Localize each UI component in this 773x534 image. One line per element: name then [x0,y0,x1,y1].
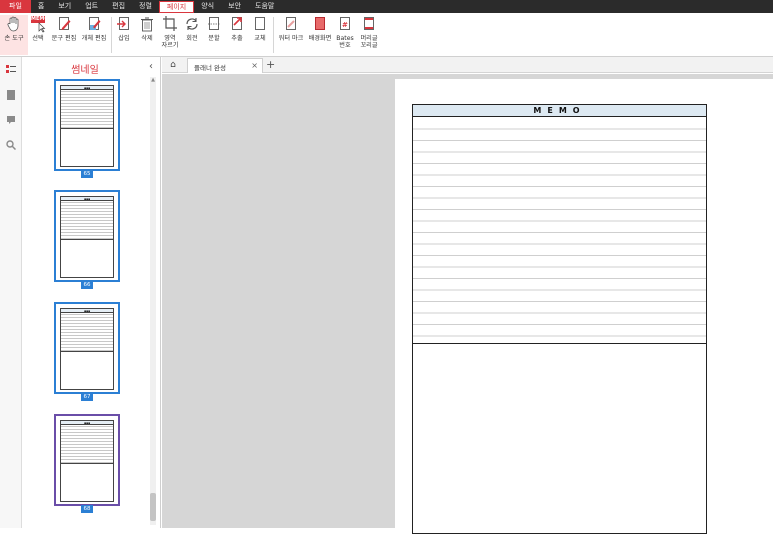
watermark-icon [283,15,299,33]
menu-bar: 파일 홈 보기 업트 편집 정렬 페이지 양식 보안 도움말 [0,0,773,13]
page-thumbnail[interactable]: ▪▪▪ 68 [54,414,120,513]
bates-number-button[interactable]: # Bates 번호 [336,15,354,55]
watermark-button[interactable]: 워터 마크 [277,15,305,55]
replace-button[interactable]: 교체 [251,15,269,55]
text-edit-icon [56,15,72,33]
menu-page[interactable]: 페이지 [158,1,195,13]
replace-icon [252,15,268,33]
split-button[interactable]: 분할 [205,15,223,55]
thumbnails-panel-icon[interactable] [6,65,16,75]
document-canvas[interactable]: MEMO [162,74,773,534]
thumbnail-panel-title: 썸네일 [71,65,99,76]
insert-page-button[interactable]: 삽입 [115,15,133,55]
delete-page-label: 삭제 [141,35,153,42]
text-edit-button[interactable]: 문구 편집 [50,15,78,55]
rotate-button[interactable]: 회전 [183,15,201,55]
bates-label: Bates 번호 [336,35,354,49]
delete-page-button[interactable]: 삭제 [138,15,156,55]
thumbnail-scrollbar[interactable]: ▲ [150,77,156,525]
left-rail [0,57,22,528]
object-edit-button[interactable]: 개체 편집 [80,15,108,55]
menu-home[interactable]: 홈 [31,0,51,13]
hand-icon [6,15,22,33]
select-button[interactable]: MEMO 선택 [29,15,49,55]
menu-security[interactable]: 보안 [221,0,248,13]
header-footer-icon [361,15,377,33]
home-icon[interactable]: ⌂ [167,59,179,71]
header-footer-label: 머리글 꼬리글 [360,35,378,49]
extract-button[interactable]: 추출 [228,15,246,55]
close-icon[interactable]: × [251,61,258,70]
menu-file[interactable]: 파일 [0,0,31,13]
header-footer-button[interactable]: 머리글 꼬리글 [358,15,380,55]
menu-form[interactable]: 양식 [194,0,221,13]
crop-button[interactable]: 영역 자르기 [160,15,180,55]
memo-heading: MEMO [413,105,706,117]
page-thumbnail[interactable]: ▪▪▪ 66 [54,190,120,289]
object-edit-icon [86,15,102,33]
extract-label: 추출 [231,35,243,42]
page-number-badge: 66 [81,281,93,289]
hand-tool-button[interactable]: 손 도구 [0,15,28,55]
page-number-badge: 67 [81,393,93,401]
memo-lined-area [413,118,706,344]
background-label: 배경화면 [308,35,332,42]
document-page: MEMO [395,79,773,534]
scroll-up-icon[interactable]: ▲ [150,77,156,83]
crop-label: 영역 자르기 [161,35,179,49]
extract-icon [229,15,245,33]
rotate-label: 회전 [186,35,198,42]
background-button[interactable]: 배경화면 [307,15,333,55]
insert-page-label: 삽입 [118,35,130,42]
menu-comment[interactable]: 업트 [78,0,105,13]
memo-select-icon: MEMO [30,15,49,33]
page-number-badge: 65 [81,170,93,178]
menu-arrange[interactable]: 정렬 [132,0,159,13]
bookmark-icon[interactable] [6,90,16,100]
collapse-panel-icon[interactable]: ‹ [149,61,153,72]
menu-view[interactable]: 보기 [51,0,78,13]
text-edit-label: 문구 편집 [51,35,77,42]
menu-help[interactable]: 도움말 [248,0,281,13]
hand-tool-label: 손 도구 [4,35,24,42]
new-tab-button[interactable]: + [266,58,275,71]
thumbnail-panel: 썸네일 ‹ ▪▪▪ 65 ▪▪▪ 66 ▪▪▪ 67 ▪▪▪ 68 ▲ [23,57,161,528]
crop-icon [162,15,178,33]
object-edit-label: 개체 편집 [81,35,107,42]
split-icon [206,15,222,33]
comment-icon[interactable] [6,115,16,125]
select-label: 선택 [32,35,44,42]
background-icon [312,15,328,33]
replace-label: 교체 [254,35,266,42]
scrollbar-thumb[interactable] [150,493,156,521]
page-thumbnail[interactable]: ▪▪▪ 67 [54,302,120,401]
document-tab-bar: ⌂ 플래너 완성 × + [162,57,773,73]
insert-page-icon [116,15,132,33]
split-label: 분할 [208,35,220,42]
trash-icon [139,15,155,33]
search-icon[interactable] [6,140,17,151]
document-tab[interactable]: 플래너 완성 × [187,58,263,73]
ribbon-separator [111,17,112,53]
watermark-label: 워터 마크 [278,35,304,42]
memo-box: MEMO [412,104,707,534]
menu-edit[interactable]: 편집 [105,0,132,13]
ribbon-toolbar: 손 도구 MEMO 선택 문구 편집 개체 편집 삽입 삭제 영역 자르기 회전… [0,13,773,57]
ribbon-separator [273,17,274,53]
page-number-badge: 68 [81,505,93,513]
bates-icon: # [337,15,353,33]
document-tab-title: 플래너 완성 [194,64,226,72]
rotate-icon [184,15,200,33]
page-thumbnail[interactable]: ▪▪▪ 65 [54,79,120,178]
